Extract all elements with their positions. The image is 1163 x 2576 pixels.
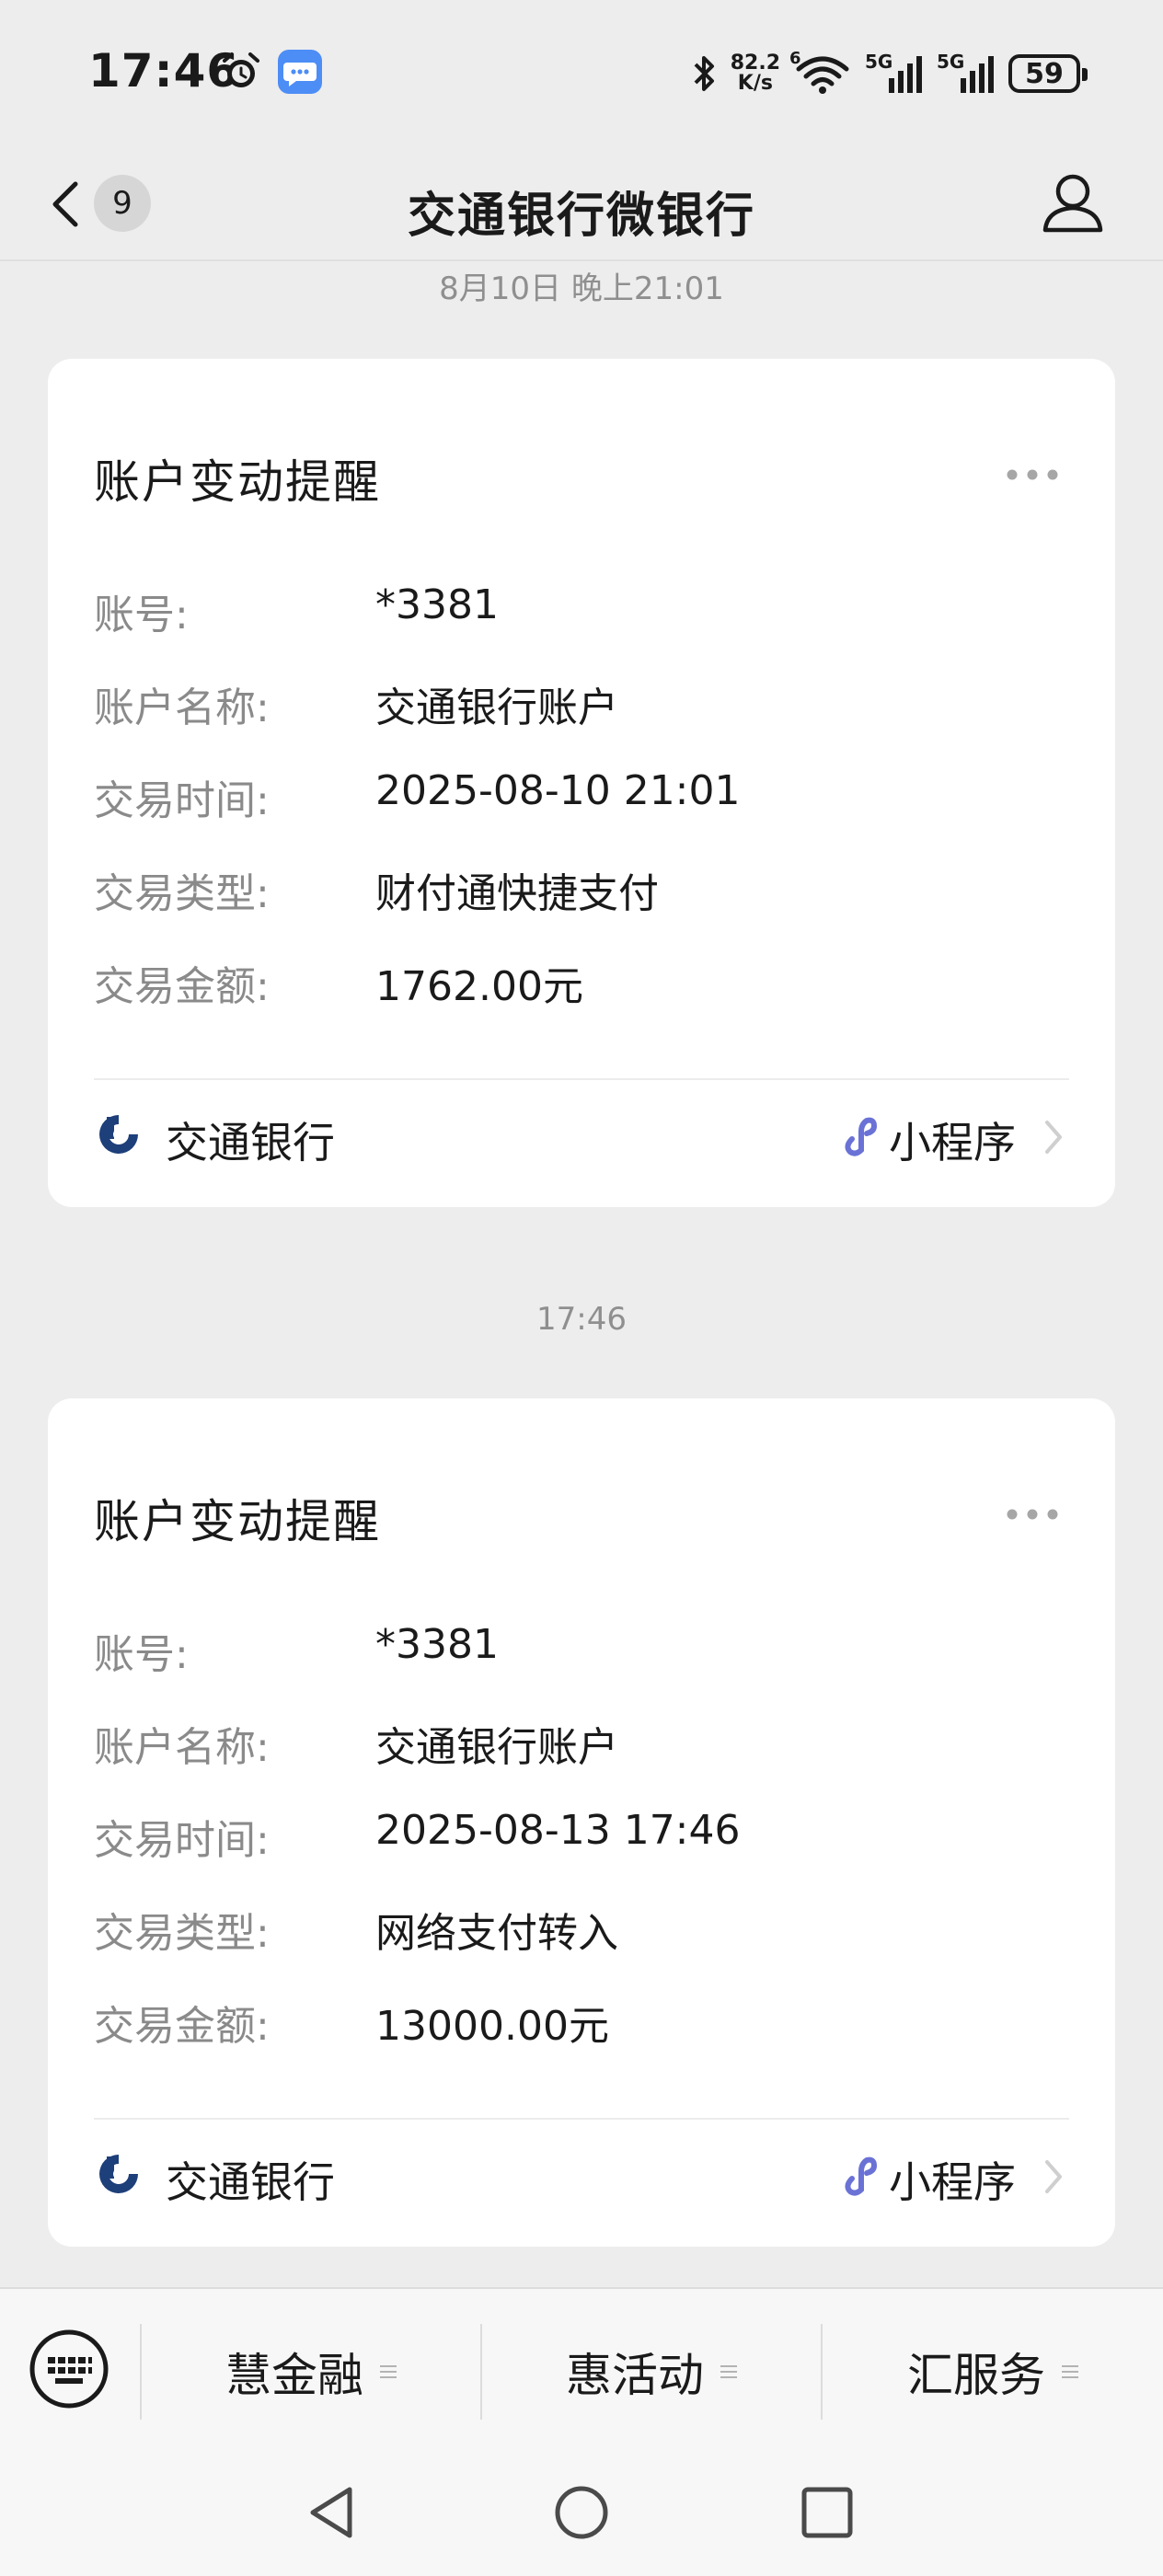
- field-value: 网络支付转入: [375, 1910, 618, 1957]
- account-alert-card[interactable]: 账户变动提醒 账号: *3381 账户名称: 交通银行账户 交易时间: 2025…: [48, 1398, 1115, 2247]
- network-speed-value: 82.2: [730, 52, 780, 75]
- person-icon[interactable]: [1034, 164, 1111, 241]
- battery-level: 59: [1025, 57, 1064, 90]
- submenu-lines-icon: [720, 2365, 737, 2378]
- menu-item-services[interactable]: 汇服务: [823, 2326, 1163, 2418]
- wifi-icon: [796, 56, 849, 94]
- field-value: 交通银行账户: [375, 684, 618, 731]
- field-label: 账号:: [94, 592, 189, 638]
- cell-signal-2: 5G: [937, 51, 996, 95]
- wifi-tag: 6: [789, 49, 801, 68]
- mini-program-link-icon: [845, 1117, 878, 1156]
- field-value: 交通银行账户: [375, 1724, 618, 1771]
- field-value: 财付通快捷支付: [375, 870, 659, 917]
- signal-bars-icon: [961, 56, 994, 93]
- signal-bars-icon: [889, 56, 922, 93]
- bank-name: 交通银行: [166, 2157, 335, 2207]
- more-dots-icon[interactable]: [1003, 1505, 1062, 1524]
- triangle-back-icon[interactable]: [300, 2480, 364, 2545]
- card-footer[interactable]: 交通银行 小程序: [94, 2134, 1078, 2217]
- official-account-menu: 慧金融 惠活动 汇服务: [0, 2287, 1163, 2453]
- menu-item-finance[interactable]: 慧金融: [142, 2326, 480, 2418]
- field-label: 账户名称:: [94, 684, 270, 731]
- field-label: 账号:: [94, 1631, 189, 1678]
- field-label: 账户名称:: [94, 1724, 270, 1771]
- page-title: 交通银行微银行: [407, 189, 755, 244]
- keyboard-icon[interactable]: [28, 2328, 110, 2410]
- menu-item-label: 汇服务: [907, 2349, 1045, 2402]
- card-divider: [94, 1078, 1069, 1080]
- alarm-clock-icon: [223, 52, 259, 87]
- battery-indicator: 59: [1008, 54, 1088, 93]
- field-label: 交易金额:: [94, 2003, 270, 2050]
- network-speed-unit: K/s: [737, 72, 773, 95]
- message-notification-icon: [278, 50, 322, 94]
- network-speed: 82.2 K/s: [731, 53, 780, 94]
- system-navigation-bar: [0, 2453, 1163, 2576]
- wifi-indicator: 6: [789, 49, 852, 95]
- mini-program-label: 小程序: [889, 1118, 1016, 1167]
- message-timestamp: 8月10日 晚上21:01: [439, 270, 724, 307]
- submenu-lines-icon: [1062, 2365, 1078, 2378]
- field-value: 2025-08-13 17:46: [375, 1807, 741, 1854]
- cell-signal-1: 5G: [865, 51, 924, 95]
- menu-item-label: 惠活动: [566, 2349, 704, 2402]
- mini-program-link-icon: [845, 2156, 878, 2196]
- menu-item-activities[interactable]: 惠活动: [482, 2326, 821, 2418]
- card-title: 账户变动提醒: [94, 1495, 381, 1548]
- square-recent-icon[interactable]: [795, 2480, 859, 2545]
- field-label: 交易时间:: [94, 1817, 270, 1864]
- circle-home-icon[interactable]: [549, 2480, 614, 2545]
- field-value: 1762.00元: [375, 963, 583, 1010]
- field-label: 交易类型:: [94, 1910, 270, 1957]
- chevron-right-icon: [1045, 1121, 1062, 1154]
- field-label: 交易时间:: [94, 777, 270, 824]
- card-footer[interactable]: 交通银行 小程序: [94, 1095, 1078, 1178]
- message-timestamp: 17:46: [536, 1301, 627, 1338]
- field-value: *3381: [375, 581, 499, 628]
- field-label: 交易类型:: [94, 870, 270, 917]
- more-dots-icon[interactable]: [1003, 466, 1062, 484]
- card-title: 账户变动提醒: [94, 455, 381, 509]
- status-time: 17:46: [88, 44, 240, 98]
- status-indicators: 82.2 K/s 6 5G 5G 59: [690, 46, 1088, 101]
- field-label: 交易金额:: [94, 963, 270, 1010]
- submenu-lines-icon: [380, 2365, 397, 2378]
- bocom-logo-icon: [99, 2155, 138, 2193]
- chevron-right-icon: [1045, 2160, 1062, 2193]
- chat-header: 9 交通银行微银行: [0, 147, 1163, 261]
- bank-name: 交通银行: [166, 1118, 335, 1167]
- menu-item-label: 慧金融: [225, 2349, 363, 2402]
- field-value: 13000.00元: [375, 2003, 609, 2050]
- field-value: 2025-08-10 21:01: [375, 767, 741, 814]
- field-value: *3381: [375, 1621, 499, 1668]
- status-bar: 17:46 82.2 K/s 6 5G 5G 59: [0, 0, 1163, 147]
- account-alert-card[interactable]: 账户变动提醒 账号: *3381 账户名称: 交通银行账户 交易时间: 2025…: [48, 359, 1115, 1207]
- mini-program-label: 小程序: [889, 2157, 1016, 2207]
- card-divider: [94, 2118, 1069, 2120]
- bocom-logo-icon: [99, 1115, 138, 1154]
- bluetooth-icon: [694, 56, 714, 91]
